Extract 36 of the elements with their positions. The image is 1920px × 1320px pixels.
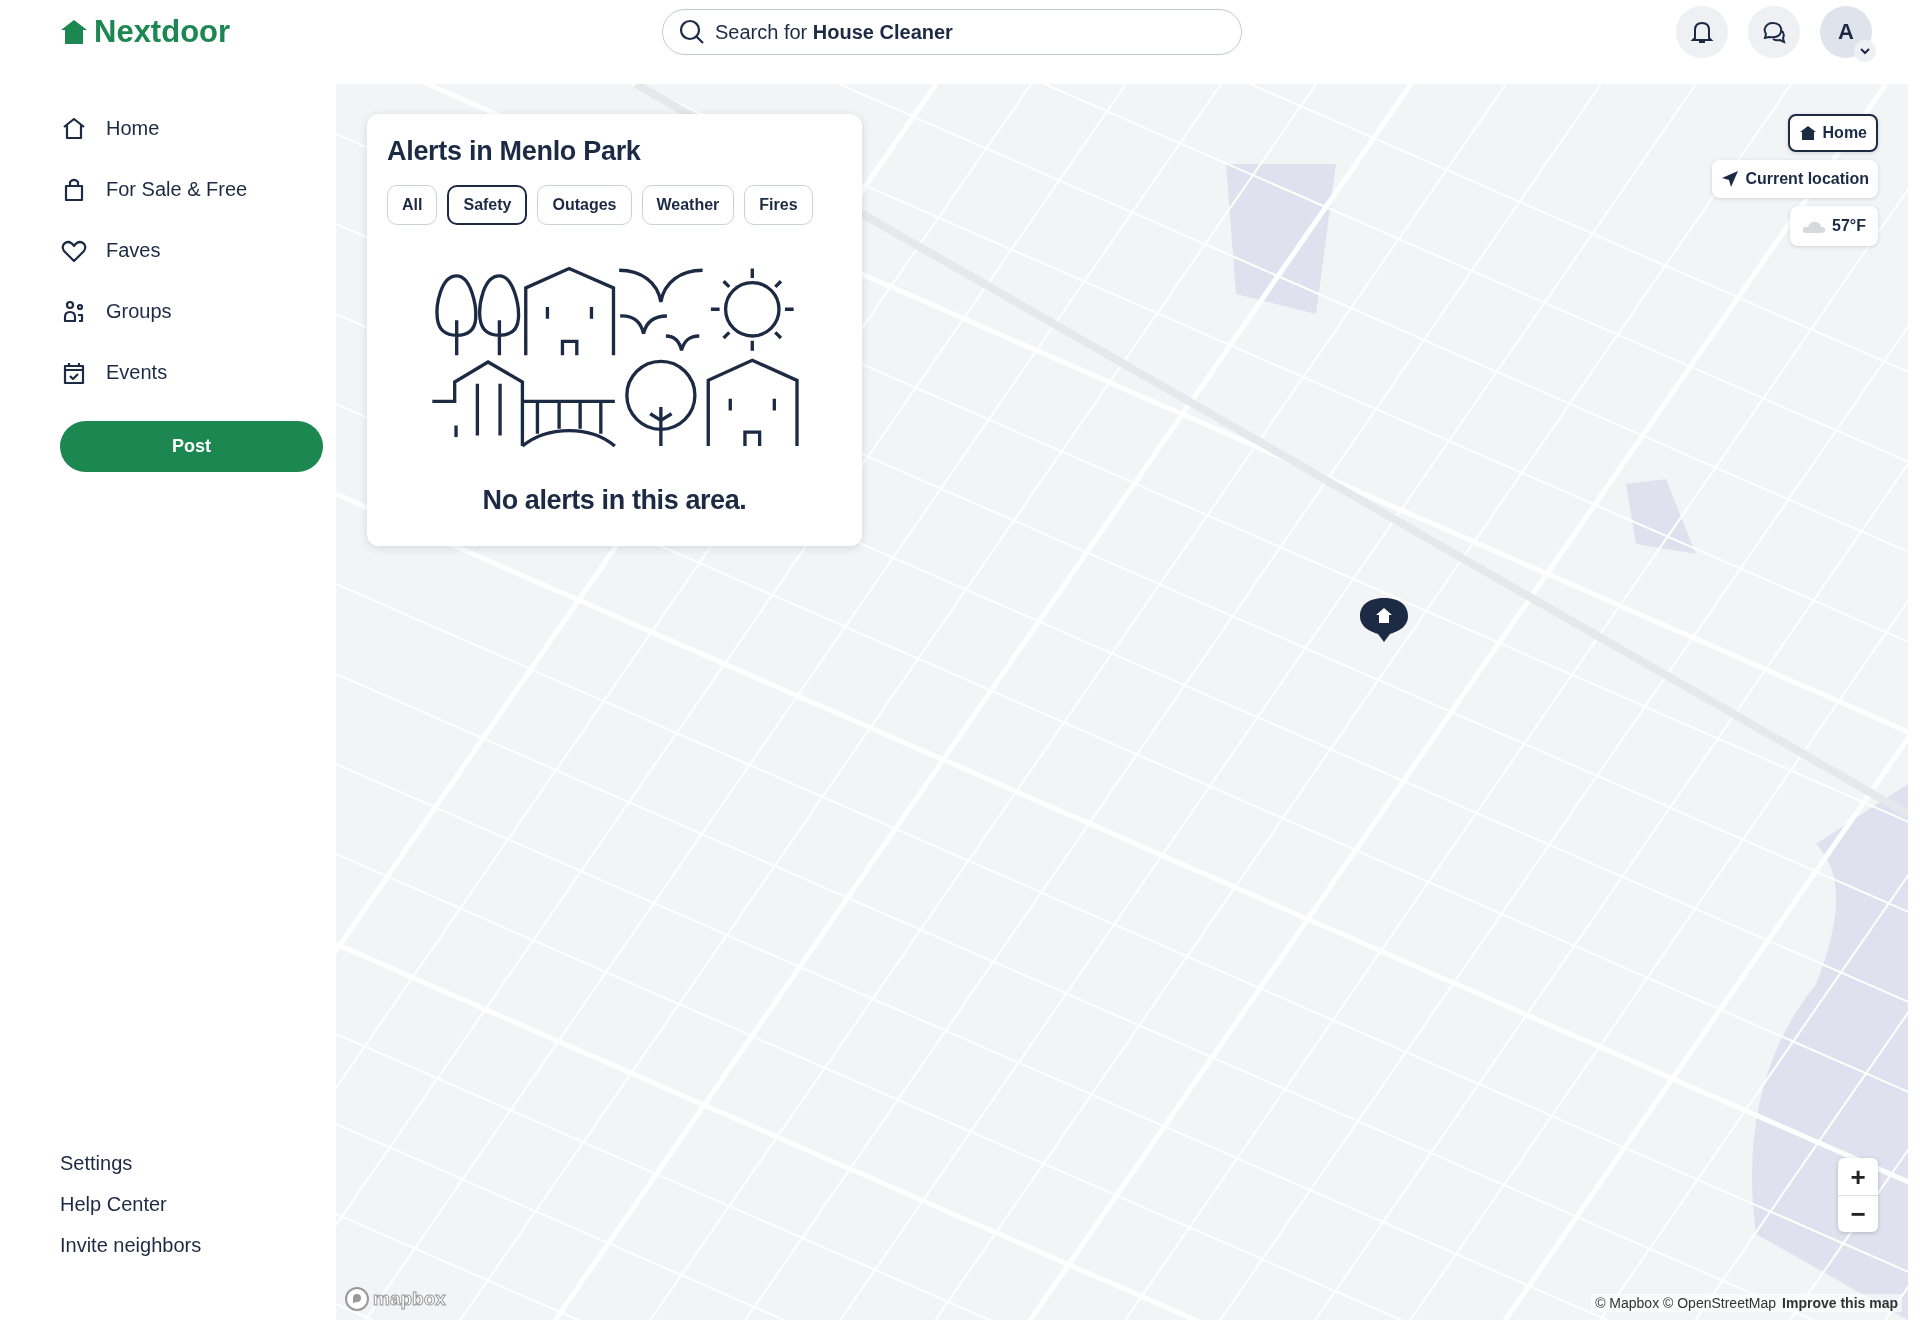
navigation-arrow-icon bbox=[1721, 170, 1740, 188]
zoom-in-button[interactable]: + bbox=[1838, 1158, 1878, 1195]
nav-item[interactable]: For Sale & Free bbox=[60, 159, 324, 220]
nav-item[interactable]: Events bbox=[60, 342, 324, 403]
empty-message: No alerts in this area. bbox=[481, 485, 748, 516]
search-icon bbox=[679, 19, 705, 45]
house-icon bbox=[1798, 125, 1817, 141]
current-location-button[interactable]: Current location bbox=[1712, 160, 1878, 198]
footer-link[interactable]: Invite neighbors bbox=[60, 1231, 324, 1260]
home-pin-icon[interactable] bbox=[1358, 596, 1410, 644]
map[interactable]: Alerts in Menlo Park All Safety Outages Weather Fires No alerts in this area. Home Current location 57°F + − mapbox © Mapbox © OpenStreetMap Improve this map bbox=[336, 84, 1908, 1320]
filter-chip[interactable]: Safety bbox=[447, 185, 528, 225]
filter-chip[interactable]: All bbox=[387, 185, 438, 225]
nav-item[interactable]: Faves bbox=[60, 220, 324, 281]
cloud-icon bbox=[1802, 219, 1827, 233]
map-attribution: © Mapbox © OpenStreetMap bbox=[1595, 1295, 1777, 1311]
card-title: Alerts in Menlo Park bbox=[387, 136, 642, 167]
footer-link[interactable]: Help Center bbox=[60, 1190, 324, 1219]
notifications-button[interactable] bbox=[1676, 6, 1728, 58]
zoom-out-button[interactable]: − bbox=[1838, 1195, 1878, 1232]
brand-logo[interactable]: Nextdoor bbox=[94, 14, 231, 50]
nav-item[interactable]: Home bbox=[60, 98, 324, 159]
home-button[interactable]: Home bbox=[1787, 114, 1878, 152]
bell-icon bbox=[1689, 19, 1715, 45]
chat-bubbles-icon bbox=[1761, 19, 1787, 45]
house-logo-icon bbox=[60, 19, 88, 45]
nav-item[interactable]: Groups bbox=[60, 281, 324, 342]
chevron-down-icon bbox=[1859, 45, 1871, 57]
filter-chip[interactable]: Weather bbox=[641, 185, 735, 225]
temperature: 57°F bbox=[1832, 217, 1866, 235]
footer-link[interactable]: Settings bbox=[60, 1149, 324, 1178]
filter-chip[interactable]: Outages bbox=[537, 185, 632, 225]
post-button[interactable]: Post bbox=[60, 421, 323, 472]
filter-chip[interactable]: Fires bbox=[744, 185, 813, 225]
messages-button[interactable] bbox=[1748, 6, 1800, 58]
improve-map-link[interactable]: Improve this map bbox=[1782, 1295, 1898, 1311]
